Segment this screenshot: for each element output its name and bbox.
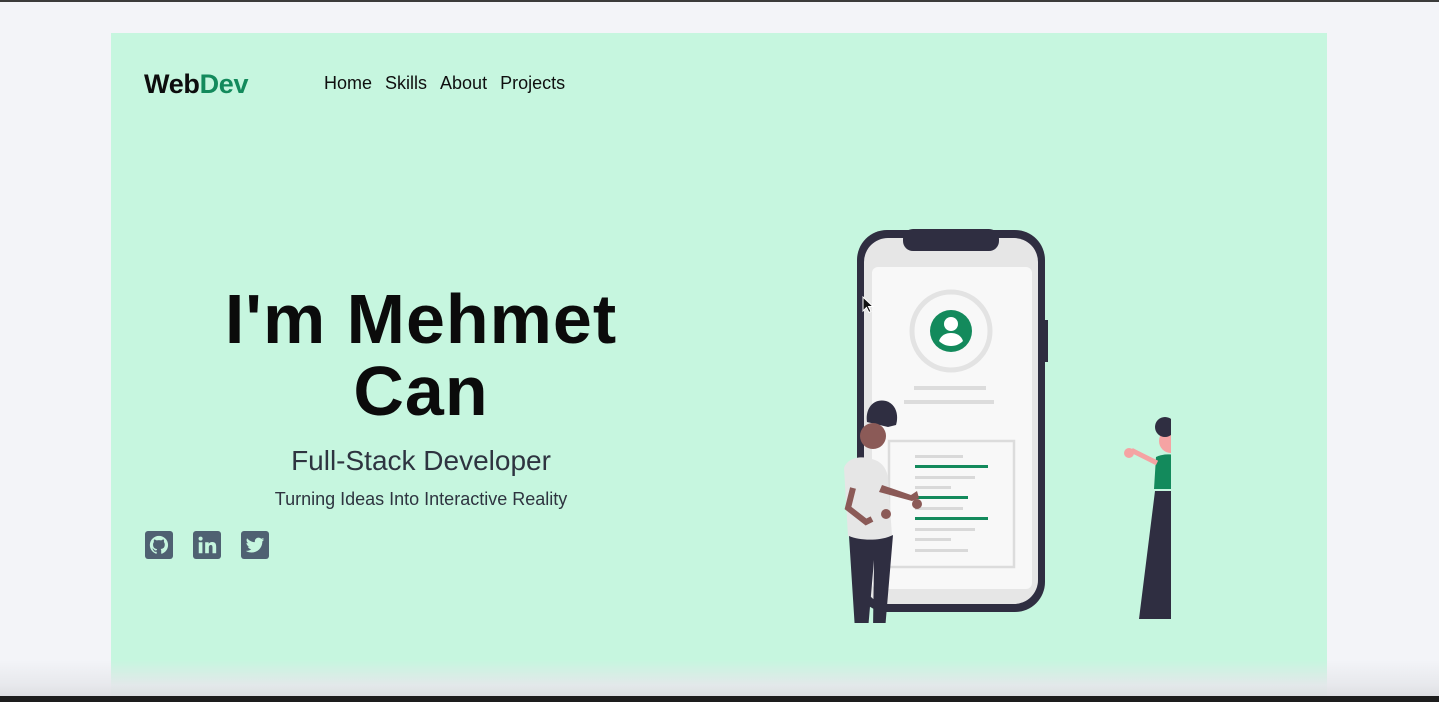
twitter-link[interactable]	[241, 531, 269, 559]
github-link[interactable]	[145, 531, 173, 559]
site-logo[interactable]: WebDev	[144, 69, 249, 100]
woman-illustration	[1124, 417, 1171, 619]
nav-link-home[interactable]: Home	[324, 73, 372, 94]
mouse-cursor-icon	[862, 296, 874, 314]
window-top-border	[0, 0, 1439, 2]
linkedin-link[interactable]	[193, 531, 221, 559]
github-icon	[149, 535, 169, 554]
social-links	[145, 531, 269, 559]
hero-title-line-1: I'm Mehmet	[224, 280, 618, 358]
hero-title-line-2: Can	[353, 352, 489, 430]
developer-illustration	[844, 229, 1171, 623]
nav-link-projects[interactable]: Projects	[500, 73, 565, 94]
hero-section: WebDev Home Skills About Projects I'm Me…	[111, 33, 1327, 696]
logo-main-text: Web	[144, 69, 200, 99]
nav-link-about[interactable]: About	[440, 73, 487, 94]
window-bottom-border	[0, 696, 1439, 702]
nav-link-skills[interactable]: Skills	[385, 73, 427, 94]
hero-text-block: I'm Mehmet Can Full-Stack Developer Turn…	[151, 283, 691, 510]
hero-tagline: Turning Ideas Into Interactive Reality	[274, 489, 568, 509]
twitter-icon	[245, 537, 265, 553]
linkedin-icon	[198, 536, 217, 554]
hero-role: Full-Stack Developer	[291, 445, 551, 476]
hero-title: I'm Mehmet Can	[151, 283, 691, 427]
logo-accent-text: Dev	[199, 69, 249, 99]
main-nav: Home Skills About Projects	[324, 73, 565, 94]
